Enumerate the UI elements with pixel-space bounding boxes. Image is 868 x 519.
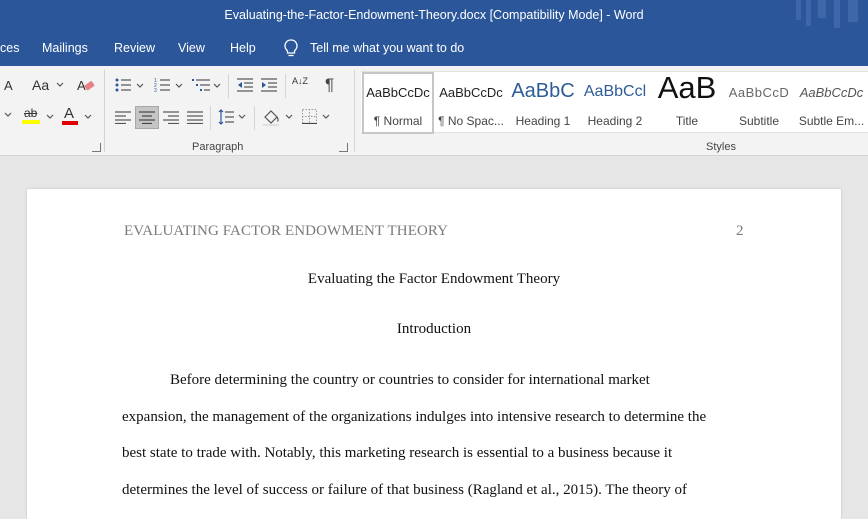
decrease-indent-icon[interactable] [237,78,253,92]
document-title: Evaluating the Factor Endowment Theory [307,271,561,287]
page-number: 2 [736,223,744,239]
chevron-down-icon[interactable] [84,114,92,120]
align-center-button[interactable] [135,106,159,129]
style-name: ¶ Normal [373,114,423,128]
style-no-spacing[interactable]: AaBbCcDc ¶ No Spac... [435,72,507,134]
text-highlight-button[interactable]: ab [22,106,44,126]
clear-formatting-icon[interactable]: A [77,77,95,93]
style-sample: AaBbCcD [728,85,790,100]
font-color-bar [62,121,78,125]
chevron-down-icon[interactable] [136,83,144,89]
bullets-icon[interactable] [115,78,131,92]
styles-group-label: Styles [706,141,736,153]
change-case-icon[interactable]: Aa [32,77,49,93]
document-page[interactable]: EVALUATING FACTOR ENDOWMENT THEORY 2 Eva… [27,189,841,519]
ribbon: A Aa A ab A 123 A↓Z ¶ Paragraph AaBbCcDc… [0,66,868,156]
font-color-glyph: A [64,105,75,122]
align-left-icon[interactable] [115,111,131,124]
style-sample: AaBbCcDc [439,85,503,100]
numbering-icon[interactable]: 123 [154,78,170,92]
style-subtitle[interactable]: AaBbCcD Subtitle [723,72,795,134]
style-title[interactable]: AaB Title [651,72,723,134]
chevron-down-icon[interactable] [238,114,246,120]
multilevel-list-icon[interactable] [192,78,210,92]
tab-mailings[interactable]: Mailings [42,41,88,55]
font-size-icon[interactable]: A [4,78,13,93]
section-heading: Introduction [396,321,472,337]
group-separator [354,70,355,152]
tab-view[interactable]: View [178,41,205,55]
style-name: Subtitle [738,114,780,128]
line-spacing-icon[interactable] [218,109,234,125]
chevron-down-icon[interactable] [46,114,54,120]
title-bar-decoration [796,0,858,28]
chevron-down-icon[interactable] [285,114,293,120]
styles-gallery: AaBbCcDc ¶ Normal AaBbCcDc ¶ No Spac... … [361,71,868,134]
paragraph-line: determines the level of success or failu… [122,482,687,498]
highlight-color-bar [22,120,40,124]
tell-me-search[interactable]: Tell me what you want to do [310,41,464,55]
shading-icon[interactable] [262,108,280,126]
chevron-down-icon[interactable] [322,114,330,120]
chevron-down-icon[interactable] [4,112,12,118]
font-color-button[interactable]: A [62,105,80,126]
align-right-icon[interactable] [163,111,179,124]
group-separator [228,74,229,98]
highlight-glyph: ab [24,106,38,120]
chevron-down-icon[interactable] [175,83,183,89]
paragraph-group-label: Paragraph [192,141,244,153]
align-center-icon [139,111,155,124]
style-name: Subtle Em... [798,114,865,128]
style-name: Title [675,114,699,128]
group-separator [210,106,211,130]
tab-references[interactable]: ces [0,41,19,55]
style-name: Heading 2 [587,114,643,128]
tab-help[interactable]: Help [230,41,256,55]
paragraph-dialog-launcher-icon[interactable] [339,143,348,152]
style-heading-1[interactable]: AaBbC Heading 1 [507,72,579,134]
style-sample: AaB [657,72,717,105]
chevron-down-icon[interactable] [56,82,64,88]
increase-indent-icon[interactable] [261,78,277,92]
style-subtle-emphasis[interactable]: AaBbCcDc Subtle Em... [795,72,868,134]
tab-review[interactable]: Review [114,41,155,55]
window-title: Evaluating-the-Factor-Endowment-Theory.d… [224,8,644,22]
style-name: Heading 1 [515,114,571,128]
style-sample: AaBbCcDc [366,85,430,100]
show-hide-paragraph-icon[interactable]: ¶ [325,75,334,95]
ribbon-tab-bar: ces Mailings Review View Help Tell me wh… [0,32,868,66]
group-separator [254,106,255,130]
group-separator [285,74,286,98]
paragraph-line: best state to trade with. Notably, this … [122,445,673,461]
style-heading-2[interactable]: AaBbCcl Heading 2 [579,72,651,134]
style-sample: AaBbCcl [583,83,647,100]
sort-icon[interactable]: A↓Z [292,77,308,86]
running-head: EVALUATING FACTOR ENDOWMENT THEORY [124,223,449,239]
justify-icon[interactable] [187,111,203,124]
svg-text:3: 3 [154,88,157,92]
title-bar: Evaluating-the-Factor-Endowment-Theory.d… [0,0,868,32]
style-normal[interactable]: AaBbCcDc ¶ Normal [362,72,434,134]
paragraph-line: expansion, the management of the organiz… [122,409,707,425]
style-name: ¶ No Spac... [438,114,504,128]
style-sample: AaBbC [511,80,575,102]
chevron-down-icon[interactable] [213,83,221,89]
document-canvas: EVALUATING FACTOR ENDOWMENT THEORY 2 Eva… [0,157,868,519]
lightbulb-icon [284,39,298,57]
style-sample: AaBbCcDc [799,85,864,100]
paragraph-line: Before determining the country or countr… [170,372,650,388]
borders-icon[interactable] [302,109,317,124]
font-dialog-launcher-icon[interactable] [92,143,101,152]
group-separator [104,70,105,152]
